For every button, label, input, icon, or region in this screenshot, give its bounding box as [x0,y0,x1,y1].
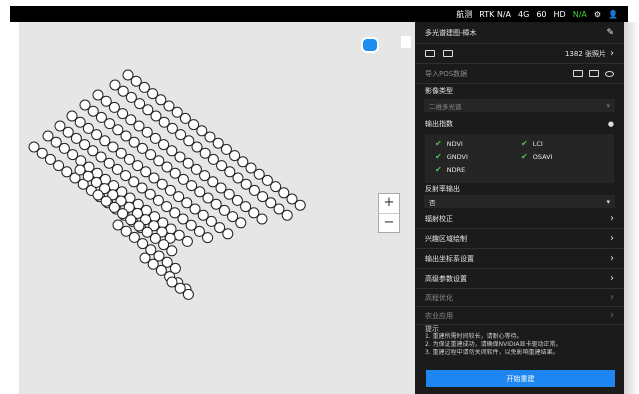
photo-marker[interactable] [166,245,178,257]
gear-icon[interactable]: ⚙ [594,10,601,19]
zoom-control: + − [378,193,400,233]
tips-title: 提示 [425,325,439,333]
photo-marker[interactable] [256,213,268,225]
chevron-right-icon: › [610,233,614,244]
menu-item-roi[interactable]: 兴趣区域绘制 › [415,229,624,249]
index-checklist: ✔ NDVI ✔ LCI ✔ GNDVI ✔ OSAVI ✔ NDRE [425,134,614,183]
photo-marker[interactable] [182,288,194,300]
photo-marker[interactable] [281,209,293,221]
menu-item-agriculture: 农业应用 › [415,307,624,325]
image-icon[interactable] [425,50,435,57]
reflectance-select[interactable]: 否 ▾ [424,195,615,208]
check-icon: ✔ [521,152,528,161]
chevron-down-icon: ▾ [606,101,610,110]
index-checkbox-lci[interactable]: ✔ LCI [521,139,543,148]
photo-marker[interactable] [222,228,234,240]
reflectance-label: 反射率输出 [425,185,460,193]
index-checkbox-osavi[interactable]: ✔ OSAVI [521,152,552,161]
chevron-down-icon: ▾ [606,197,610,206]
tips-section: 提示 1. 重建所需时间较长，请耐心等待。 2. 为保证重建成功，请确保NVID… [425,325,614,357]
settings-panel: 多光谱建图-樟木 ✎ 1382 张照片 › 导入POS数据 影像类型 二维多光谱… [415,22,624,394]
start-reconstruction-button[interactable]: 开始重建 [426,370,615,387]
image-type-select[interactable]: 二维多光谱 ▾ [424,99,615,112]
image-type-label: 影像类型 [425,87,453,95]
index-checkbox-ndre[interactable]: ✔ NDRE [435,165,465,174]
folder-icon[interactable] [443,50,453,57]
chevron-right-icon[interactable]: › [610,48,614,59]
check-icon: ✔ [435,152,442,161]
rtk-status: RTK N/A [479,9,512,19]
battery-status: 60 [536,9,547,19]
app-window: 航测 RTK N/A 4G 60 HD N/A ⚙ 👤 + − 多光谱建图-樟木… [0,0,639,394]
index-checkbox-gndvi[interactable]: ✔ GNDVI [435,152,468,161]
map-view[interactable]: + − [19,22,415,394]
edit-icon[interactable]: ✎ [606,28,614,38]
check-icon: ✔ [435,165,442,174]
tip-line: 1. 重建所需时间较长，请耐心等待。 [425,333,523,340]
zoom-in-button[interactable]: + [379,194,399,214]
info-icon[interactable]: ● [608,120,614,128]
mode-label: 航测 [456,9,473,19]
menu-item-radiometric[interactable]: 辐射校正 › [415,209,624,229]
photo-marker[interactable] [294,199,306,211]
tip-line: 2. 为保证重建成功，请确保NVIDIA显卡驱动正常。 [425,341,562,348]
hd-status: HD [553,9,566,19]
menu-item-coordinate[interactable]: 输出坐标系设置 › [415,249,624,269]
chevron-right-icon: › [610,273,614,284]
signal-status: 4G [518,9,530,19]
photo-marker-layer [28,69,306,300]
chevron-right-icon: › [610,253,614,264]
menu-item-elevation: 高程优化 › [415,289,624,307]
project-title: 多光谱建图-樟木 [425,28,477,37]
status-bar: 航测 RTK N/A 4G 60 HD N/A ⚙ 👤 [10,6,628,22]
zoom-out-button[interactable]: − [379,214,399,233]
image-type-row: 影像类型 [415,85,624,97]
panel-shadow [624,22,639,394]
photo-count: 1382 张照片 [564,49,606,58]
index-checkbox-ndvi[interactable]: ✔ NDVI [435,139,463,148]
output-label: 输出指数 [425,120,453,128]
menu-item-advanced[interactable]: 高级参数设置 › [415,269,624,289]
chevron-right-icon: › [610,213,614,224]
photo-marker[interactable] [235,217,247,229]
tip-line: 3. 重建过程中请勿关闭软件，以免影响重建结果。 [425,349,559,356]
satellite-status: N/A [572,9,587,19]
pos-import-icon[interactable] [573,70,583,77]
reflectance-row: 反射率输出 [415,183,624,195]
pos-label: 导入POS数据 [425,69,468,78]
eye-icon[interactable] [605,70,614,77]
chevron-right-icon: › [610,310,614,321]
chevron-right-icon: › [610,292,614,303]
output-row: 输出指数 ● [415,117,624,131]
check-icon: ✔ [521,139,528,148]
project-title-row: 多光谱建图-樟木 ✎ [415,22,624,44]
map-tool-icon[interactable] [401,36,411,48]
pos-export-icon[interactable] [589,70,599,77]
check-icon: ✔ [435,139,442,148]
map-layer-icon[interactable] [361,37,379,53]
user-icon[interactable]: 👤 [608,10,618,19]
photo-marker[interactable] [202,232,214,244]
pos-row: 导入POS数据 [415,64,624,84]
photo-marker[interactable] [181,235,193,247]
photo-row: 1382 张照片 › [415,44,624,64]
